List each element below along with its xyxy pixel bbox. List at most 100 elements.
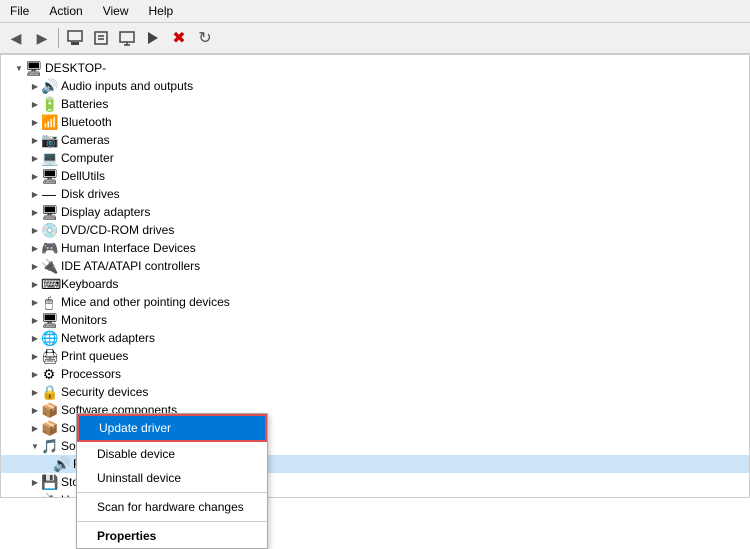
toolbar: ◀ ▶ ✖ ↻ — [0, 23, 750, 54]
tree-root[interactable]: ▼ 🖥 DESKTOP- — [1, 59, 749, 77]
forward-button[interactable]: ▶ — [30, 26, 54, 50]
tree-item-mice[interactable]: ▶ 🖱 Mice and other pointing devices — [1, 293, 749, 311]
arrow-diskdrives: ▶ — [29, 190, 41, 199]
arrow-sound: ▼ — [29, 442, 41, 451]
icon-keyboards: ⌨ — [41, 276, 57, 292]
icon-audio: 🔊 — [41, 78, 57, 94]
label-processors: Processors — [61, 367, 121, 381]
tree-item-processors[interactable]: ▶ ⚙ Processors — [1, 365, 749, 383]
arrow-hid: ▶ — [29, 244, 41, 253]
context-menu-sep2 — [77, 521, 267, 522]
label-dellutils: DellUtils — [61, 169, 105, 183]
arrow-dvdrom: ▶ — [29, 226, 41, 235]
tree-item-hid[interactable]: ▶ 🎮 Human Interface Devices — [1, 239, 749, 257]
context-menu-scan-hardware[interactable]: Scan for hardware changes — [77, 495, 267, 519]
icon-network: 🌐 — [41, 330, 57, 346]
label-monitors: Monitors — [61, 313, 107, 327]
icon-sound-child: 🔊 — [53, 456, 69, 472]
tree-item-bluetooth[interactable]: ▶ 📶 Bluetooth — [1, 113, 749, 131]
tree-item-dellutils[interactable]: ▶ 🖥 DellUtils — [1, 167, 749, 185]
tree-item-network[interactable]: ▶ 🌐 Network adapters — [1, 329, 749, 347]
icon-diskdrives: — — [41, 186, 57, 202]
arrow-ide: ▶ — [29, 262, 41, 271]
arrow-softwaredevices: ▶ — [29, 424, 41, 433]
label-bluetooth: Bluetooth — [61, 115, 112, 129]
label-audio: Audio inputs and outputs — [61, 79, 193, 93]
arrow-batteries: ▶ — [29, 100, 41, 109]
arrow-processors: ▶ — [29, 370, 41, 379]
tree-item-cameras[interactable]: ▶ 📷 Cameras — [1, 131, 749, 149]
arrow-dellutils: ▶ — [29, 172, 41, 181]
arrow-universal: ▶ — [29, 496, 41, 498]
refresh-btn[interactable]: ↻ — [193, 26, 217, 50]
menu-help[interactable]: Help — [143, 2, 180, 20]
arrow-bluetooth: ▶ — [29, 118, 41, 127]
icon-softwaredevices: 📦 — [41, 420, 57, 436]
icon-batteries: 🔋 — [41, 96, 57, 112]
icon-cameras: 📷 — [41, 132, 57, 148]
properties-btn[interactable] — [89, 26, 113, 50]
icon-monitors: 🖥 — [41, 312, 57, 328]
label-print: Print queues — [61, 349, 128, 363]
label-security: Security devices — [61, 385, 148, 399]
label-network: Network adapters — [61, 331, 155, 345]
tree-item-ide[interactable]: ▶ 🔌 IDE ATA/ATAPI controllers — [1, 257, 749, 275]
remove-btn[interactable]: ✖ — [167, 26, 191, 50]
icon-universal: 🔌 — [41, 492, 57, 497]
label-keyboards: Keyboards — [61, 277, 118, 291]
label-dvdrom: DVD/CD-ROM drives — [61, 223, 174, 237]
root-arrow: ▼ — [13, 64, 25, 73]
monitor-btn[interactable] — [115, 26, 139, 50]
menu-file[interactable]: File — [4, 2, 35, 20]
tree-item-security[interactable]: ▶ 🔒 Security devices — [1, 383, 749, 401]
computer-icon: 🖥 — [25, 60, 41, 76]
label-displayadapters: Display adapters — [61, 205, 150, 219]
tree-item-dvdrom[interactable]: ▶ 💿 DVD/CD-ROM drives — [1, 221, 749, 239]
show-hide-btn[interactable] — [63, 26, 87, 50]
arrow-storage: ▶ — [29, 478, 41, 487]
context-menu-uninstall-device[interactable]: Uninstall device — [77, 466, 267, 490]
tree-item-diskdrives[interactable]: ▶ — Disk drives — [1, 185, 749, 203]
label-computer: Computer — [61, 151, 114, 165]
arrow-cameras: ▶ — [29, 136, 41, 145]
label-diskdrives: Disk drives — [61, 187, 120, 201]
icon-mice: 🖱 — [41, 294, 57, 310]
label-ide: IDE ATA/ATAPI controllers — [61, 259, 200, 273]
main-area: ▼ 🖥 DESKTOP- ▶ 🔊 Audio inputs and output… — [0, 54, 750, 498]
context-menu-properties[interactable]: Properties — [77, 524, 267, 548]
tree-item-audio[interactable]: ▶ 🔊 Audio inputs and outputs — [1, 77, 749, 95]
arrow-print: ▶ — [29, 352, 41, 361]
arrow-security: ▶ — [29, 388, 41, 397]
icon-print: 🖨 — [41, 348, 57, 364]
tree-item-monitors[interactable]: ▶ 🖥 Monitors — [1, 311, 749, 329]
tree-item-batteries[interactable]: ▶ 🔋 Batteries — [1, 95, 749, 113]
tree-item-print[interactable]: ▶ 🖨 Print queues — [1, 347, 749, 365]
icon-softwarecomponents: 📦 — [41, 402, 57, 418]
icon-sound: 🎵 — [41, 438, 57, 454]
tree-item-keyboards[interactable]: ▶ ⌨ Keyboards — [1, 275, 749, 293]
arrow-computer: ▶ — [29, 154, 41, 163]
icon-computer: 💻 — [41, 150, 57, 166]
tree-item-computer[interactable]: ▶ 💻 Computer — [1, 149, 749, 167]
arrow-keyboards: ▶ — [29, 280, 41, 289]
root-label: DESKTOP- — [45, 61, 106, 75]
context-menu-disable-device[interactable]: Disable device — [77, 442, 267, 466]
label-mice: Mice and other pointing devices — [61, 295, 230, 309]
menu-action[interactable]: Action — [43, 2, 88, 20]
context-menu-update-driver[interactable]: Update driver — [77, 414, 267, 442]
toolbar-separator-1 — [58, 28, 59, 48]
label-hid: Human Interface Devices — [61, 241, 196, 255]
arrow-softwarecomponents: ▶ — [29, 406, 41, 415]
arrow-network: ▶ — [29, 334, 41, 343]
icon-storage: 💾 — [41, 474, 57, 490]
arrow-monitors: ▶ — [29, 316, 41, 325]
back-button[interactable]: ◀ — [4, 26, 28, 50]
arrow-displayadapters: ▶ — [29, 208, 41, 217]
icon-hid: 🎮 — [41, 240, 57, 256]
action-btn[interactable] — [141, 26, 165, 50]
label-batteries: Batteries — [61, 97, 108, 111]
context-menu: Update driver Disable device Uninstall d… — [76, 413, 268, 549]
tree-item-displayadapters[interactable]: ▶ 🖥 Display adapters — [1, 203, 749, 221]
menu-view[interactable]: View — [97, 2, 135, 20]
arrow-audio: ▶ — [29, 82, 41, 91]
